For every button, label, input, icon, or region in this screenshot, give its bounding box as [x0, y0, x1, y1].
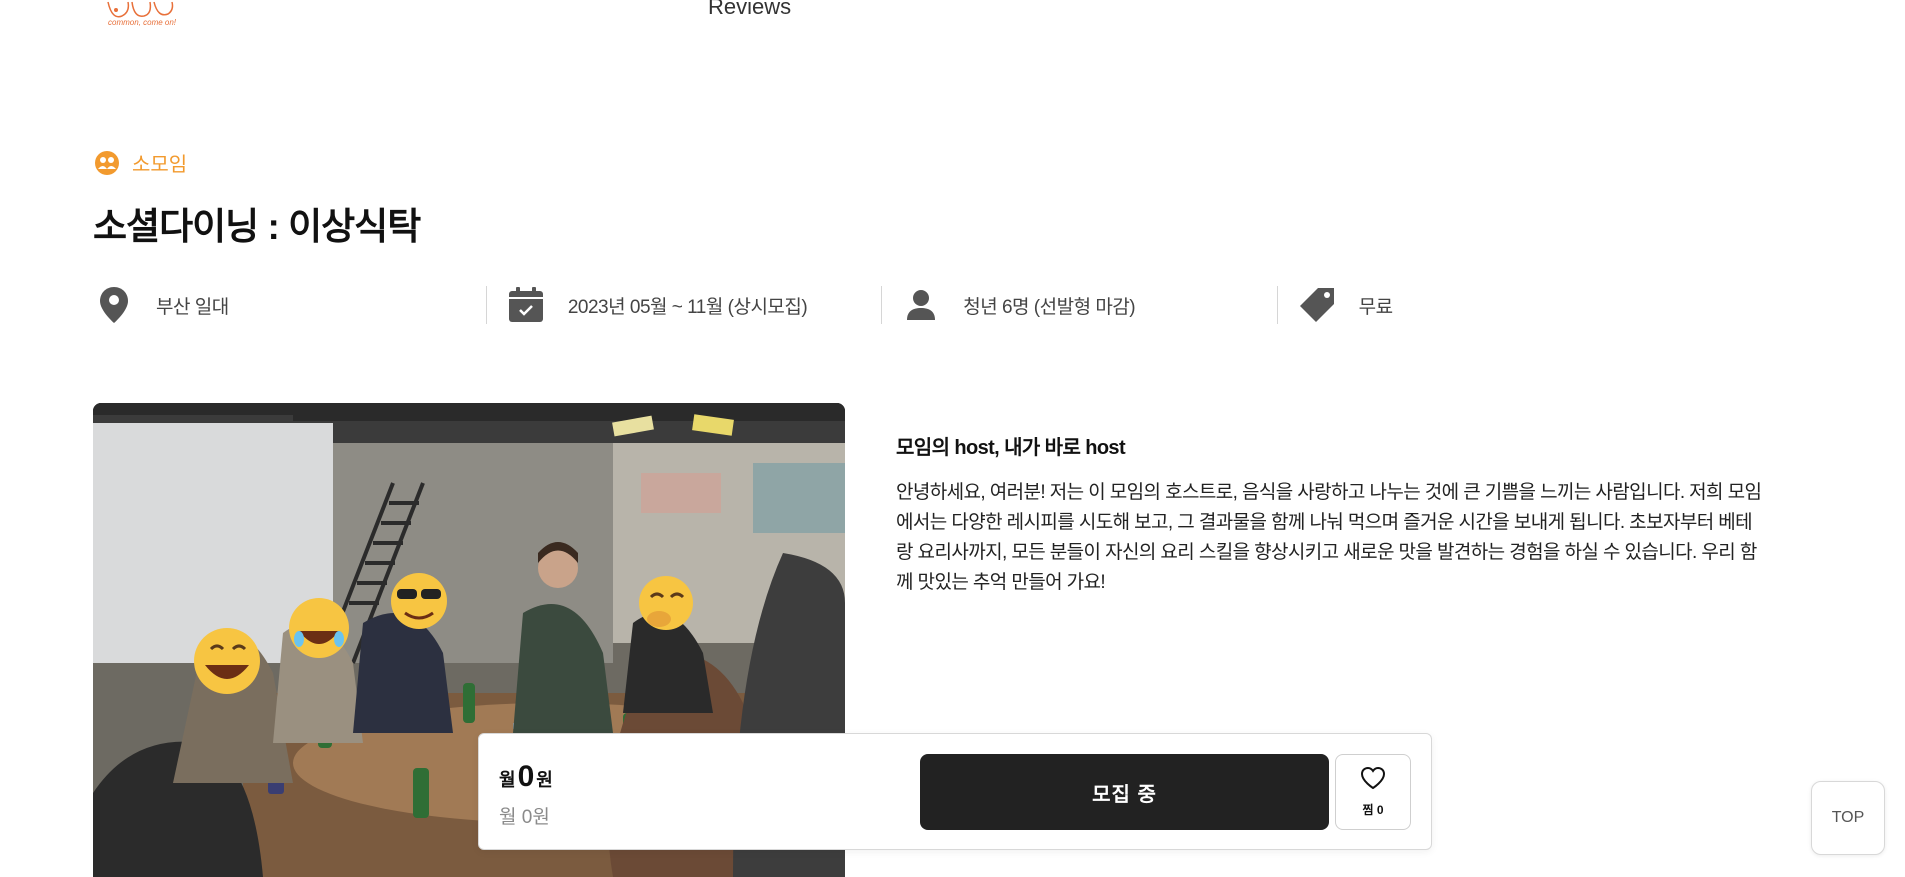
period-text: 2023년 05월 ~ 11월 (상시모집) [567, 296, 808, 318]
heart-icon [1360, 766, 1386, 795]
price-prefix: 월 [499, 770, 516, 790]
location-text: 부산 일대 [156, 296, 229, 318]
brand-logo[interactable] [104, 0, 188, 32]
page-title: 소셜다이닝 : 이상식탁 [93, 206, 421, 247]
host-heading: 모임의 host, 내가 바로 host [896, 437, 1126, 459]
like-button[interactable]: 찜 0 [1335, 754, 1411, 830]
info-row: 부산 일대 2023년 05월 ~ 11월 (상시모집) 청년 6명 (선발형 … [94, 284, 1674, 326]
recruit-button[interactable]: 모집 중 [920, 754, 1329, 830]
scroll-top-button[interactable]: TOP [1811, 781, 1885, 855]
booking-bar: 월 0 원 월 0원 모집 중 찜 0 [478, 733, 1432, 850]
group-icon [94, 150, 120, 176]
price-tag-icon [1297, 285, 1337, 325]
host-description: 안녕하세요, 여러분! 저는 이 모임의 호스트로, 음식을 사랑하고 나누는 … [896, 482, 1762, 593]
info-location: 부산 일대 [94, 284, 488, 326]
calendar-icon [506, 285, 546, 325]
location-pin-icon [94, 285, 134, 325]
like-count: 찜 0 [1362, 803, 1384, 817]
price-unit: 원 [536, 770, 553, 790]
info-period: 2023년 05월 ~ 11월 (상시모집) [485, 284, 883, 326]
capacity-text: 청년 6명 (선발형 마감) [963, 296, 1136, 318]
info-fee: 무료 [1276, 284, 1674, 326]
category-label: 소모임 [132, 154, 188, 176]
nav-reviews-link[interactable]: Reviews [708, 0, 791, 20]
price-value: 0 [517, 760, 535, 793]
person-icon [901, 285, 941, 325]
logo-tagline: common, come on! [108, 18, 177, 27]
price-subtext: 월 0원 [499, 807, 550, 828]
category-tag: 소모임 [94, 148, 187, 177]
price-main: 월 0 원 [499, 760, 553, 794]
info-capacity: 청년 6명 (선발형 마감) [881, 284, 1278, 326]
fee-text: 무료 [1358, 296, 1393, 318]
